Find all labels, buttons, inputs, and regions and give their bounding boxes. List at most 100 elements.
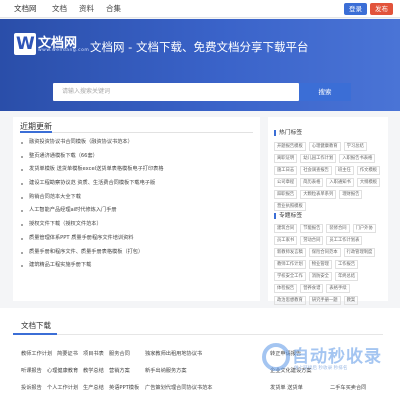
download-link[interactable]: 新手出纳服务方案: [145, 367, 187, 374]
watermark-title: 自动秒收录: [292, 347, 382, 367]
bullet-icon: [21, 183, 23, 186]
hot-tags-title: 热门标签: [279, 130, 303, 136]
list-item-label: 人工智能产品经理ai时代修炼入门手册: [29, 207, 117, 214]
tag-link[interactable]: 物业管理: [308, 260, 332, 269]
tag-link[interactable]: 保险合同范本: [308, 248, 341, 257]
download-link[interactable]: 二手车买卖合同: [330, 384, 366, 391]
logo-icon[interactable]: W: [14, 33, 36, 55]
tag-link[interactable]: 理财报告: [339, 190, 363, 199]
tag-link[interactable]: 表格手续: [326, 284, 350, 293]
nav-item-materials[interactable]: 资料: [79, 3, 94, 14]
list-item[interactable]: 融资投资协议书合同模板（融资协议书范本）: [20, 136, 256, 150]
publish-button[interactable]: 发布: [370, 3, 393, 15]
tag-link[interactable]: 节能报告: [300, 224, 324, 233]
download-link[interactable]: 简要证书: [57, 350, 78, 357]
download-link[interactable]: 发货单 送货单: [270, 384, 303, 391]
list-item-label: 融资投资协议书合同模板（融资协议书范本）: [29, 139, 133, 145]
tag-link[interactable]: 幼儿园工作计划: [300, 154, 337, 163]
tag-link[interactable]: 施工日志: [274, 166, 298, 175]
bullet-icon: [21, 265, 23, 268]
tag-link[interactable]: 门户外协: [352, 224, 376, 233]
list-item-label: 整页通济通模板下载（66套）: [29, 152, 98, 159]
search-input[interactable]: 请输入搜索关键词: [53, 83, 299, 101]
heading-accent: [274, 129, 276, 136]
list-item[interactable]: 建设工程勘察协议范 资质、生活费合同模板下载电子版: [20, 177, 256, 191]
recent-list: 融资投资协议书合同模板（融资协议书范本） 整页通济通模板下载（66套） 发货单模…: [20, 136, 256, 273]
tag-link[interactable]: 开题报告模板: [274, 142, 306, 151]
heading-accent: [274, 212, 276, 219]
search-button[interactable]: 搜索: [299, 83, 351, 101]
list-item[interactable]: 质量手册和程序文件、质量手册表格模板（打包）: [20, 246, 256, 260]
tag-link[interactable]: 研究手册一题: [308, 296, 341, 305]
tag-link[interactable]: 新教师发言稿: [274, 248, 306, 257]
watermark-subtitle: 做上链接后 秒收录 秒排名: [294, 366, 348, 371]
tag-link[interactable]: 政治思想教育: [274, 296, 306, 305]
tag-link[interactable]: 教师工作计划: [274, 260, 306, 269]
tag-link[interactable]: 公司章程: [274, 178, 298, 187]
bullet-icon: [21, 169, 23, 172]
list-item[interactable]: 整页通济通模板下载（66套）: [20, 150, 256, 164]
tag-link[interactable]: 大颗粒表单系列: [300, 190, 337, 199]
tag-link[interactable]: 工作报告: [334, 260, 359, 269]
tag-link[interactable]: 离职证明: [274, 154, 298, 163]
tag-link[interactable]: 入职通知书: [326, 178, 354, 187]
tag-link[interactable]: 员工家书: [274, 236, 298, 245]
tag-link[interactable]: 建筑合同: [274, 224, 298, 233]
list-item[interactable]: 授权文件下载（授权文件范本）: [20, 218, 256, 232]
download-link[interactable]: 营销方案: [109, 367, 130, 374]
tag-link[interactable]: 体检报告: [274, 284, 298, 293]
nav-item-docs[interactable]: 文档: [52, 3, 67, 14]
download-link[interactable]: 独家教师出租用地协议书: [145, 350, 202, 357]
download-link[interactable]: 心理健康教育: [47, 367, 78, 374]
section-divider: [13, 333, 383, 335]
list-item[interactable]: 购销合同范本大全下载: [20, 191, 256, 205]
list-item[interactable]: 质量管理体系PPT 质量手册程序文件培训资料: [20, 232, 256, 246]
tag-link[interactable]: 班主任: [334, 166, 354, 175]
download-link[interactable]: 教学总结: [83, 367, 104, 374]
tag-link[interactable]: 社会调查报告: [300, 166, 332, 175]
tag-link[interactable]: 行政管理制度: [343, 248, 376, 257]
list-item[interactable]: 人工智能产品经理ai时代修炼入门手册: [20, 204, 256, 218]
watermark: 自动秒收录 做上链接后 秒收录 秒排名: [262, 341, 390, 377]
tag-link[interactable]: 学校安全工作: [274, 272, 306, 281]
tag-link[interactable]: 辞职报告: [274, 190, 298, 199]
download-link[interactable]: 投诉报告: [21, 384, 42, 391]
section-divider: [20, 131, 253, 133]
tag-link[interactable]: 劳动合同: [300, 236, 324, 245]
top-navbar: 文档网 文档 资料 合集 登录 发布: [0, 0, 400, 18]
tag-link[interactable]: 营养食谱: [300, 284, 324, 293]
list-item[interactable]: 建筑精品工程实施手册下载: [20, 259, 256, 273]
tag-link[interactable]: 装修合同: [326, 224, 350, 233]
list-item[interactable]: 发货单模板 送货单模板excel送货单表格模板电子打印表格: [20, 163, 256, 177]
download-link[interactable]: 广告策划代理合同协议书范本: [145, 384, 212, 391]
download-link[interactable]: 英语PPT模板: [109, 384, 139, 391]
download-link[interactable]: 生产总结: [83, 384, 104, 391]
site-brand[interactable]: 文档网: [14, 3, 37, 14]
download-link[interactable]: 教师工作计划: [21, 350, 52, 357]
tag-link[interactable]: 心理健康教育: [308, 142, 341, 151]
login-button[interactable]: 登录: [344, 3, 367, 15]
tag-link[interactable]: 教案: [343, 296, 359, 305]
tag-link[interactable]: 入职报告书表格: [339, 154, 376, 163]
logo-letter: W: [16, 34, 35, 54]
tag-link[interactable]: 员工工作计划表: [326, 236, 363, 245]
download-link[interactable]: 听课报告: [21, 367, 42, 374]
tag-link[interactable]: 简历表格: [300, 178, 324, 187]
recent-updates-panel: 近期更新 融资投资协议书合同模板（融资协议书范本） 整页通济通模板下载（66套）…: [13, 117, 260, 301]
tag-link[interactable]: 大纲模板: [356, 178, 381, 187]
tag-link[interactable]: 消防安全: [308, 272, 332, 281]
tag-link[interactable]: 作文模板: [356, 166, 381, 175]
nav-item-collections[interactable]: 合集: [106, 3, 121, 14]
download-link[interactable]: 服务合同: [109, 350, 130, 357]
hot-tags-heading: 热门标签: [274, 127, 302, 136]
bullet-icon: [21, 196, 23, 199]
hot-tags: 开题报告模板 心理健康教育 学习总结离职证明 幼儿园工作计划 入职报告书表格施工日志 社会…: [274, 142, 384, 211]
tag-link[interactable]: 学习总结: [343, 142, 367, 151]
logo-subtitle: www.wendang.com: [38, 48, 90, 53]
download-link[interactable]: 个人工作计划: [47, 384, 78, 391]
tag-sidebar: 热门标签 开题报告模板 心理健康教育 学习总结离职证明 幼儿园工作计划 入职报告书表格施…: [268, 117, 388, 317]
download-link[interactable]: 项目书表: [83, 350, 104, 357]
bullet-icon: [21, 155, 23, 158]
tag-link[interactable]: 年终总结: [334, 272, 359, 281]
bullet-icon: [21, 224, 23, 227]
